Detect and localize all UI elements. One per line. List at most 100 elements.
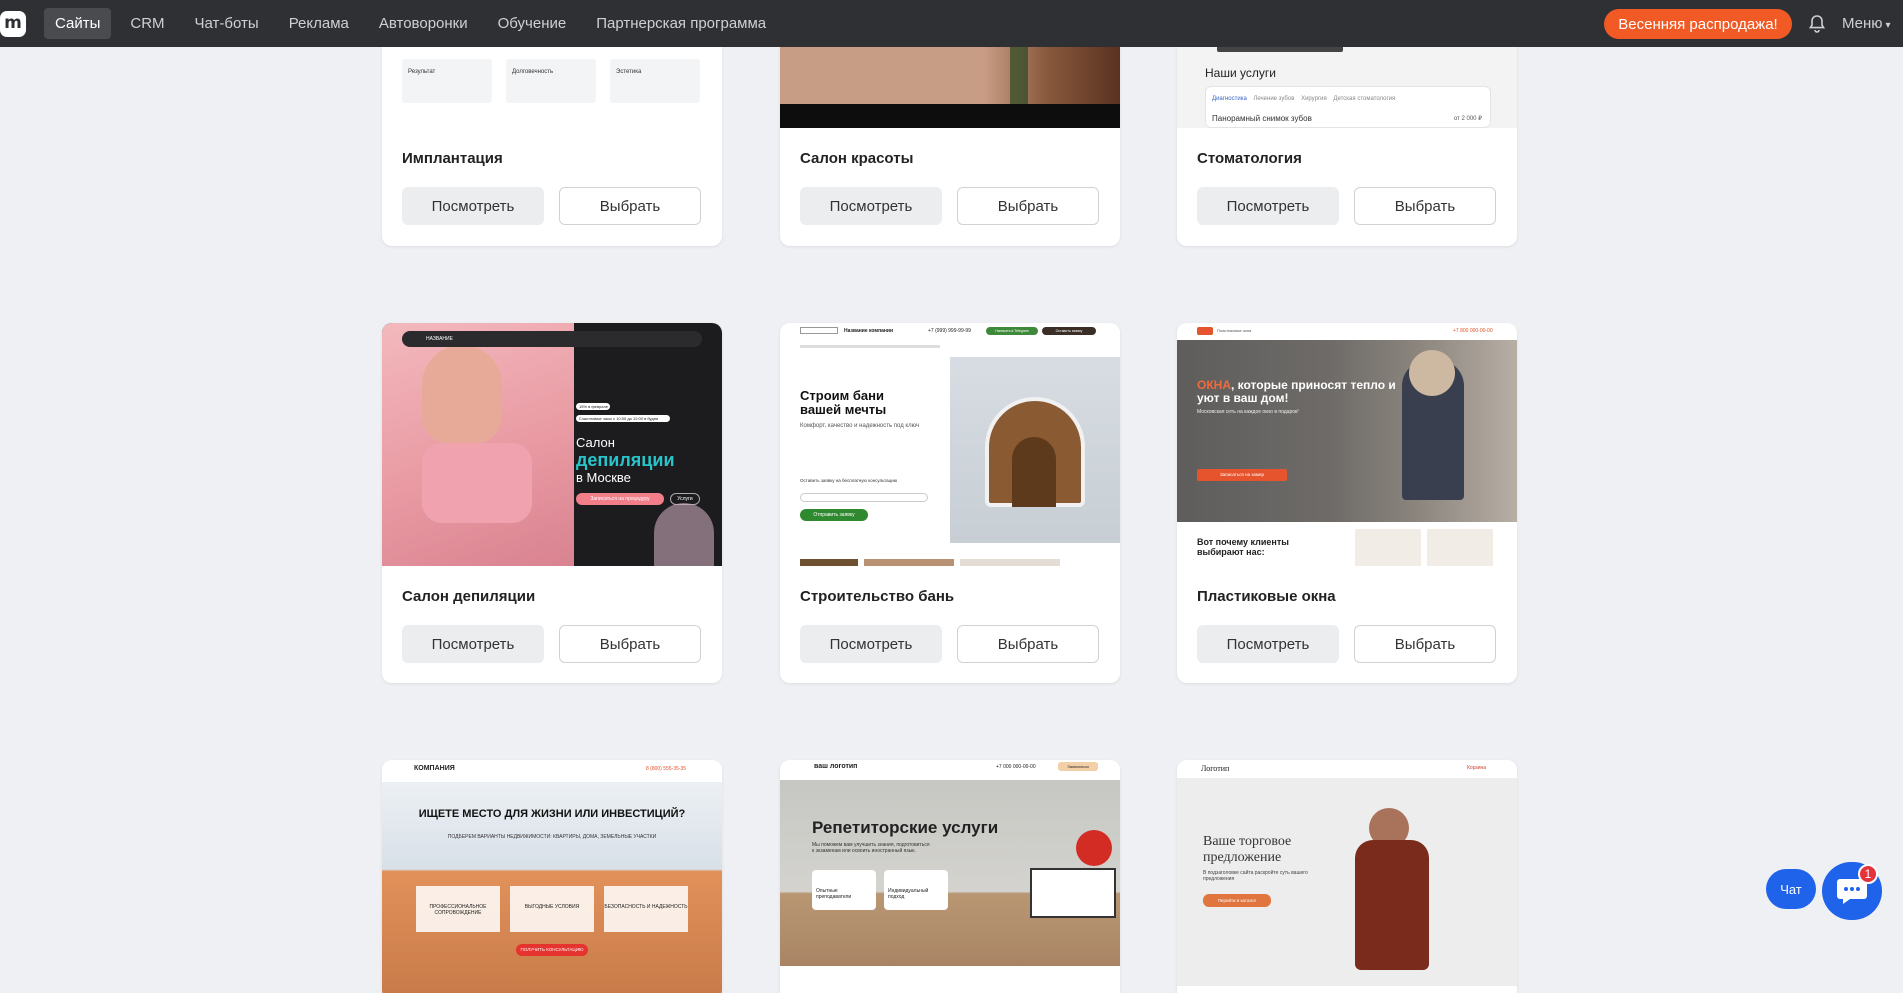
preview-brand: Пластиковые окна xyxy=(1217,328,1252,333)
preview-figure xyxy=(422,345,502,445)
nav-item-crm[interactable]: CRM xyxy=(119,8,175,39)
preview-panel: Диагностика Лечение зубов Хирургия Детск… xyxy=(1205,86,1491,128)
preview-button: Написать в Telegram xyxy=(986,327,1038,335)
view-button[interactable]: Посмотреть xyxy=(800,187,942,225)
preview-feature-box: БЕЗОПАСНОСТЬ И НАДЕЖНОСТЬ xyxy=(604,886,688,932)
logo-letter: m xyxy=(4,13,22,33)
preview-apple xyxy=(1076,830,1112,866)
preview-phone: +7 (999) 999-99-99 xyxy=(928,328,971,334)
preview-brand: ваш логотип xyxy=(814,763,858,770)
preview-feature-box: Индивидуальный подход xyxy=(884,870,948,910)
template-card-windows: Пластиковые окна +7 800 000-00-00 ОКНА, … xyxy=(1177,323,1517,683)
bell-icon[interactable] xyxy=(1808,14,1826,34)
nav-item-sites[interactable]: Сайты xyxy=(44,8,112,39)
preview-heading: Репетиторские услуги xyxy=(812,818,999,837)
view-button[interactable]: Посмотреть xyxy=(402,625,544,663)
view-button[interactable]: Посмотреть xyxy=(1197,625,1339,663)
select-button[interactable]: Выбрать xyxy=(957,187,1099,225)
preview-sub: Мы поможем вам улучшить знания, подготов… xyxy=(812,842,930,854)
preview-heading: Ваше торговое xyxy=(1203,834,1292,849)
preview-submit: Отправить заявку xyxy=(800,509,868,521)
card-title: Салон красоты xyxy=(800,150,914,167)
preview-feature-box: Опытные преподаватели xyxy=(812,870,876,910)
menu-button[interactable]: Меню ▾ xyxy=(1842,15,1891,32)
preview-row: Панорамный снимок зубов xyxy=(1212,114,1312,123)
preview-logo xyxy=(800,327,838,334)
preview-cta: Записаться на замер xyxy=(1197,469,1287,481)
preview-tab: Детская стоматология xyxy=(1333,96,1396,102)
preview-heading: Наши услуги xyxy=(1205,66,1276,80)
select-button[interactable]: Выбрать xyxy=(957,625,1099,663)
preview-sub: Московская сеть на каждое окно в подарок… xyxy=(1197,409,1299,415)
preview-worker-head xyxy=(1409,350,1455,396)
menu-label: Меню xyxy=(1842,15,1883,32)
select-button[interactable]: Выбрать xyxy=(559,625,701,663)
template-card-fashion: Логотип Корзина Ваше торговое предложени… xyxy=(1177,760,1517,993)
template-preview[interactable]: ваш логотип +7 000 000-00-00 Записаться … xyxy=(780,760,1120,993)
chat-unread-badge: 1 xyxy=(1858,864,1878,884)
preview-feature-box: Долговечность xyxy=(506,59,596,103)
chevron-down-icon: ▾ xyxy=(1885,20,1891,31)
preview-figure-top xyxy=(422,443,532,523)
preview-cta: ПОЛУЧИТЬ КОНСУЛЬТАЦИЮ xyxy=(516,944,588,956)
preview-feature-box: Эстетика xyxy=(610,59,700,103)
nav-item-autofunnels[interactable]: Автоворонки xyxy=(368,8,479,39)
nav-item-learning[interactable]: Обучение xyxy=(487,8,578,39)
template-preview[interactable]: Пластиковые окна +7 800 000-00-00 ОКНА, … xyxy=(1177,323,1517,566)
preview-hero xyxy=(1177,340,1517,522)
logo-wrap: m xyxy=(0,0,26,47)
template-card-depilation: НАЗВАНИЕ 15% в феврале Счастливые часы с… xyxy=(382,323,722,683)
select-button[interactable]: Выбрать xyxy=(1354,625,1496,663)
template-card-tutoring: ваш логотип +7 000 000-00-00 Записаться … xyxy=(780,760,1120,993)
preview-hero xyxy=(1177,778,1517,986)
spring-sale-button[interactable]: Весенняя распродажа! xyxy=(1604,9,1792,39)
view-button[interactable]: Посмотреть xyxy=(1197,187,1339,225)
preview-badge: 15% в феврале xyxy=(576,403,610,410)
preview-heading: ИЩЕТЕ МЕСТО ДЛЯ ЖИЗНИ ИЛИ ИНВЕСТИЦИЙ? xyxy=(418,808,686,820)
view-button[interactable]: Посмотреть xyxy=(402,187,544,225)
template-preview[interactable]: НАЗВАНИЕ 15% в феврале Счастливые часы с… xyxy=(382,323,722,566)
preview-badge: Счастливые часы с 10:00 до 12:00 в будни xyxy=(576,415,670,422)
nav-item-ads[interactable]: Реклама xyxy=(278,8,360,39)
template-preview[interactable]: Логотип Корзина Ваше торговое предложени… xyxy=(1177,760,1517,993)
select-button[interactable]: Выбрать xyxy=(559,187,701,225)
preview-cta: Записаться на процедуру xyxy=(576,493,664,505)
preview-books xyxy=(1030,868,1116,918)
preview-thumb xyxy=(800,559,858,566)
preview-subnav xyxy=(800,345,940,348)
preview-button: Записаться xyxy=(1058,762,1098,771)
select-button[interactable]: Выбрать xyxy=(1354,187,1496,225)
preview-form-label: Оставить заявку на бесплатную консультац… xyxy=(800,478,898,483)
preview-sub: ПОДБЕРЕМ ВАРИАНТЫ НЕДВИЖИМОСТИ: КВАРТИРЫ… xyxy=(447,834,657,840)
preview-feature-box: ПРОФЕССИОНАЛЬНОЕ СОПРОВОЖДЕНИЕ xyxy=(416,886,500,932)
chat-button[interactable]: Чат xyxy=(1766,869,1816,909)
template-card-realty: КОМПАНИЯ 8 (800) 555-35-35 ИЩЕТЕ МЕСТО Д… xyxy=(382,760,722,993)
preview-button: Оставить заявку xyxy=(1042,327,1096,335)
preview-feature-label: Результат xyxy=(408,69,436,75)
view-button[interactable]: Посмотреть xyxy=(800,625,942,663)
preview-photo xyxy=(950,357,1120,543)
template-card-sauna: Название компании +7 (999) 999-99-99 Нап… xyxy=(780,323,1120,683)
preview-model-coat xyxy=(1355,840,1429,970)
card-title: Салон депиляции xyxy=(402,588,536,605)
preview-price: от 2 000 ₽ xyxy=(1453,116,1482,122)
preview-thumb xyxy=(960,559,1060,566)
preview-brand: НАЗВАНИЕ xyxy=(426,336,453,342)
preview-sauna-door xyxy=(1012,437,1056,507)
preview-feature-box xyxy=(1355,529,1421,566)
preview-cart: Корзина xyxy=(1467,765,1487,771)
template-preview[interactable]: Название компании +7 (999) 999-99-99 Нап… xyxy=(780,323,1120,566)
preview-company: Название компании xyxy=(844,328,894,334)
preview-logo xyxy=(1197,327,1213,335)
preview-cta: Перейти в каталог xyxy=(1203,894,1271,907)
preview-decor xyxy=(654,503,714,566)
template-preview[interactable]: КОМПАНИЯ 8 (800) 555-35-35 ИЩЕТЕ МЕСТО Д… xyxy=(382,760,722,993)
nav-item-partner-program[interactable]: Партнерская программа xyxy=(585,8,777,39)
preview-tab: Хирургия xyxy=(1301,96,1327,102)
preview-sub: Комфорт, качество и надежность под ключ xyxy=(800,423,920,429)
nav-item-chatbots[interactable]: Чат-боты xyxy=(184,8,270,39)
logo-icon[interactable]: m xyxy=(0,10,26,37)
preview-tab: Диагностика xyxy=(1212,96,1247,102)
preview-accent: ОКНА xyxy=(1197,378,1231,392)
preview-brand: Логотип xyxy=(1201,764,1230,773)
